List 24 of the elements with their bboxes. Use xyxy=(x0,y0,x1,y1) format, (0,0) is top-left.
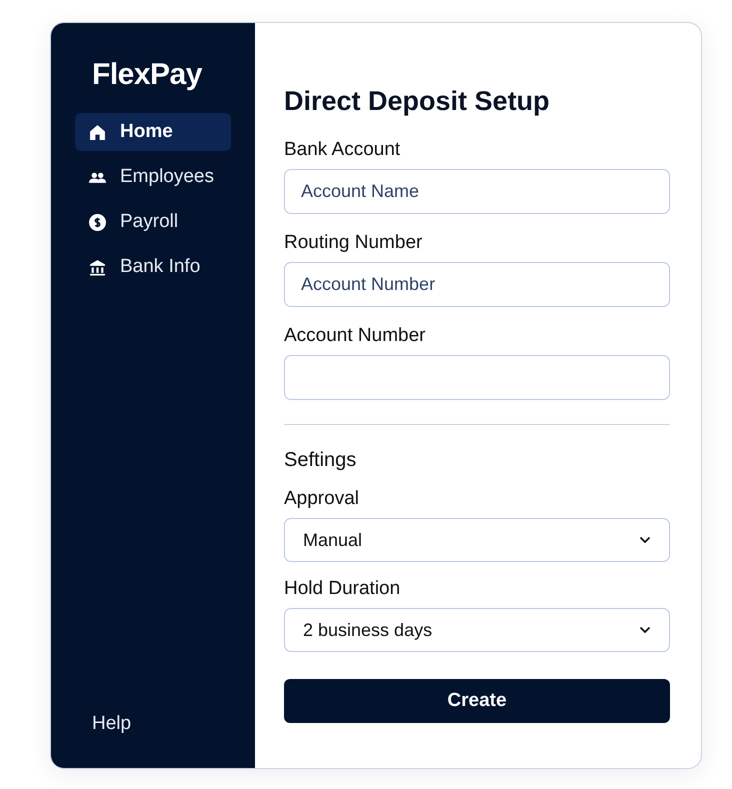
field-label: Bank Account xyxy=(284,139,402,162)
field-label: Hold Duration xyxy=(284,578,402,600)
logo-text: FlexPay xyxy=(92,57,204,93)
section-title: Seftings xyxy=(284,448,358,474)
input-field[interactable]: Account Name xyxy=(284,169,670,214)
field-label: Routing Number xyxy=(284,232,424,254)
nav-item[interactable]: Home xyxy=(75,113,231,151)
create-button[interactable]: Create xyxy=(284,679,670,724)
field-label: Approval xyxy=(284,488,360,510)
nav-item[interactable]: Payroll xyxy=(75,203,231,241)
nav-item[interactable]: Employees xyxy=(75,158,231,196)
input-field[interactable]: Account Number xyxy=(284,262,670,308)
chevron-down-icon xyxy=(639,626,651,634)
home-icon xyxy=(89,124,106,140)
input-field[interactable] xyxy=(284,355,670,400)
bank-icon xyxy=(89,258,106,276)
select-field[interactable]: 2 business days xyxy=(284,608,670,652)
chevron-down-icon xyxy=(639,536,651,544)
dollar-coin-icon xyxy=(89,214,106,230)
form-title: Direct Deposit Setup xyxy=(284,85,551,118)
help-link[interactable]: Help xyxy=(75,710,231,738)
field-label: Account Number xyxy=(284,325,427,348)
nav-item[interactable]: Bank Info xyxy=(75,248,231,286)
select-field[interactable]: Manual xyxy=(284,518,670,562)
